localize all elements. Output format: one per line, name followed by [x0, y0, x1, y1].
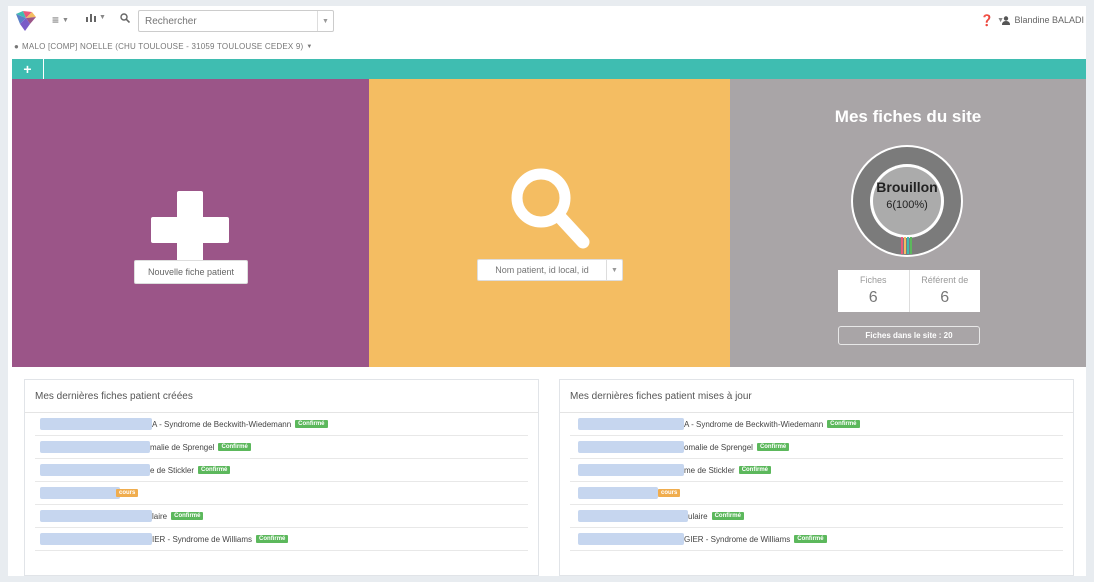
panel-title: Mes dernières fiches patient créées	[25, 380, 538, 413]
status-badge: Confirmé	[171, 512, 204, 521]
site-stats-tile: Mes fiches du site Brouillon 6(100%) Fic…	[730, 79, 1086, 367]
list-item[interactable]: A - Syndrome de Beckwith-Wiedemann Confir…	[35, 413, 528, 436]
plus-icon	[151, 191, 229, 269]
redacted-name	[40, 441, 150, 453]
global-search-input[interactable]	[139, 15, 317, 27]
referent-value: 6	[940, 289, 950, 306]
status-badge: Confirmé	[256, 535, 289, 544]
status-badge: Confirmé	[738, 466, 772, 475]
segment-mark	[904, 237, 906, 254]
list-item[interactable]: omalie de Sprengel Confirmé	[570, 436, 1063, 459]
segment-mark	[907, 237, 909, 254]
referent-stat[interactable]: Référent de 6	[908, 270, 981, 312]
global-search[interactable]: ▼	[138, 10, 334, 32]
list-item[interactable]: malie de Sprengel Confirmé	[35, 436, 528, 459]
redacted-name	[578, 441, 684, 453]
created-records-panel: Mes dernières fiches patient créées A - …	[24, 379, 539, 576]
fiches-stat[interactable]: Fiches 6	[838, 270, 909, 312]
map-marker-icon: ●	[14, 42, 20, 51]
new-patient-tile[interactable]: Nouvelle fiche patient	[12, 79, 369, 367]
bar-chart-icon	[86, 14, 96, 22]
site-selector[interactable]: ● MALO [COMP] NOELLE (CHU TOULOUSE - 310…	[14, 42, 313, 51]
status-badge: Confirmé	[711, 512, 744, 521]
stats-button[interactable]: ▼	[86, 13, 106, 22]
patient-search-input[interactable]	[478, 265, 606, 275]
panel-title: Mes dernières fiches patient mises à jou…	[560, 380, 1073, 413]
magnifier-icon	[511, 168, 590, 249]
chevron-down-icon: ▼	[62, 16, 69, 24]
menu-icon: ≡	[52, 13, 60, 27]
donut-value: 6(100%)	[886, 199, 928, 211]
top-bar: ≡▼ ▼ ▼ ❓▼ Blandine BALADI	[8, 6, 1086, 36]
list-item[interactable]: laire Confirmé	[35, 505, 528, 528]
status-badge: cours	[658, 489, 681, 498]
redacted-name	[578, 533, 684, 545]
list-item[interactable]: GIER - Syndrome de Williams Confirmé	[570, 528, 1063, 551]
redacted-name	[578, 418, 684, 430]
chevron-down-icon[interactable]: ▼	[317, 11, 333, 31]
redacted-name	[40, 464, 150, 476]
patient-search[interactable]: ▼	[477, 259, 623, 281]
redacted-name	[40, 418, 152, 430]
status-badge: Confirmé	[295, 420, 328, 429]
chevron-down-icon: ▼	[99, 14, 106, 21]
updated-records-panel: Mes dernières fiches patient mises à jou…	[559, 379, 1074, 576]
status-badge: cours	[116, 489, 139, 498]
chevron-down-icon[interactable]: ▼	[606, 260, 622, 280]
segment-mark	[901, 237, 903, 254]
user-name: Blandine BALADI	[1014, 15, 1084, 25]
fiches-label: Fiches	[859, 275, 887, 285]
help-icon: ❓	[980, 15, 995, 27]
donut-label: Brouillon	[876, 179, 938, 195]
stats-box: Fiches 6 Référent de 6	[838, 270, 980, 312]
redacted-name	[578, 464, 684, 476]
redacted-name	[40, 533, 152, 545]
app-window: ≡▼ ▼ ▼ ❓▼ Blandine BALADI ● MALO [COMP] …	[8, 6, 1086, 576]
site-label: MALO [COMP] NOELLE (CHU TOULOUSE - 31059…	[22, 42, 304, 51]
redacted-name	[578, 487, 658, 499]
action-bar: +	[12, 59, 1086, 79]
add-icon[interactable]: +	[12, 59, 44, 79]
status-badge: Confirmé	[756, 443, 790, 452]
redacted-name	[40, 510, 152, 522]
app-logo-icon[interactable]	[14, 10, 38, 32]
chevron-down-icon: ▼	[306, 43, 313, 50]
patient-search-tile: ▼	[369, 79, 730, 367]
status-badge: Confirmé	[198, 466, 231, 475]
user-menu[interactable]: Blandine BALADI	[1002, 15, 1084, 25]
redacted-name	[578, 510, 688, 522]
site-count-button[interactable]: Fiches dans le site : 20	[838, 326, 980, 345]
site-stats-title: Mes fiches du site	[834, 107, 982, 126]
referent-label: Référent de	[921, 275, 969, 285]
status-badge: Confirmé	[827, 420, 860, 429]
list-item[interactable]: e de Stickler Confirmé	[35, 459, 528, 482]
list-item[interactable]: cours	[35, 482, 528, 505]
segment-mark	[910, 237, 912, 254]
help-button[interactable]: ❓ ▼	[980, 14, 1004, 27]
status-badge: Confirmé	[218, 443, 251, 452]
user-icon	[1002, 15, 1011, 25]
fiches-value: 6	[868, 289, 878, 306]
search-button[interactable]	[120, 13, 130, 23]
list-item[interactable]: A - Syndrome de Beckwith-Wiedemann Confir…	[570, 413, 1063, 436]
new-patient-button[interactable]: Nouvelle fiche patient	[134, 260, 248, 284]
donut-center: Brouillon 6(100%)	[843, 179, 971, 211]
list-item[interactable]: ulaire Confirmé	[570, 505, 1063, 528]
list-item[interactable]: me de Stickler Confirmé	[570, 459, 1063, 482]
menu-button[interactable]: ≡ ▼	[52, 13, 69, 27]
list-item[interactable]: IER - Syndrome de Williams Confirmé	[35, 528, 528, 551]
search-icon	[120, 13, 130, 23]
redacted-name	[40, 487, 120, 499]
status-badge: Confirmé	[794, 535, 827, 544]
list-item[interactable]: cours	[570, 482, 1063, 505]
